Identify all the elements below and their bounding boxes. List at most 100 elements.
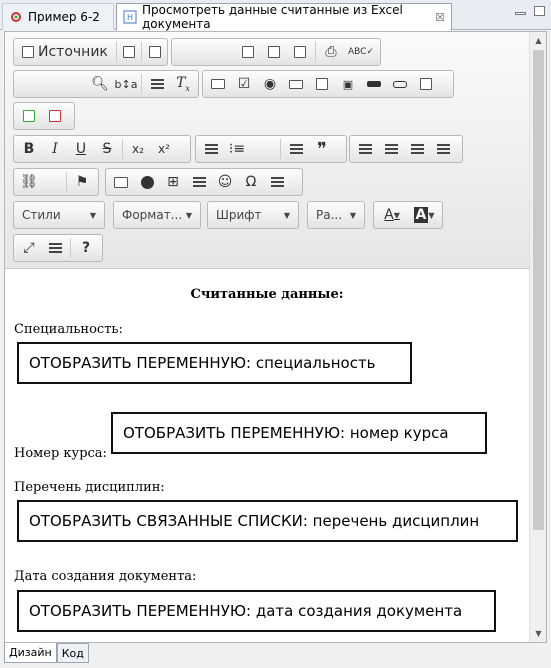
templates-group bbox=[13, 102, 75, 130]
strike-button[interactable]: S bbox=[94, 137, 120, 161]
chevron-down-icon: ▼ bbox=[349, 210, 356, 220]
creation-date-label: Дата создания документа: bbox=[14, 569, 197, 584]
checkbox-button[interactable]: ☑ bbox=[231, 72, 257, 96]
flash-button[interactable] bbox=[134, 170, 160, 194]
textarea-button[interactable] bbox=[309, 72, 335, 96]
textfield-button[interactable] bbox=[283, 72, 309, 96]
vertical-scrollbar[interactable]: ▲ ▼ bbox=[529, 32, 546, 642]
format-combo[interactable]: Формат... ▼ bbox=[113, 201, 201, 229]
justify-icon bbox=[436, 143, 450, 155]
blockquote-button[interactable]: ❞ bbox=[309, 137, 335, 161]
editor-tab-strip: Пример 6-2 H Просмотреть данные считанны… bbox=[0, 0, 551, 31]
document-group: Источник bbox=[13, 38, 168, 66]
size-combo[interactable]: Ра... ▼ bbox=[307, 201, 365, 229]
minimize-button[interactable] bbox=[515, 12, 526, 15]
preview-button[interactable] bbox=[144, 40, 165, 64]
select-button[interactable]: ▣ bbox=[335, 72, 361, 96]
subscript-button[interactable]: x₂ bbox=[125, 137, 151, 161]
bulleted-list-button[interactable]: ⁝≡ bbox=[224, 137, 250, 161]
align-right-button[interactable] bbox=[404, 137, 430, 161]
image-button-button[interactable] bbox=[387, 72, 413, 96]
tools-group: ⤢ ? bbox=[13, 234, 103, 262]
radio-icon: ◉ bbox=[263, 76, 277, 92]
tab-example[interactable]: Пример 6-2 bbox=[2, 3, 114, 30]
specialty-label: Специальность: bbox=[14, 322, 123, 337]
scroll-up-arrow[interactable]: ▲ bbox=[530, 32, 547, 49]
form-icon bbox=[211, 79, 225, 89]
remove-format-icon: Tx bbox=[176, 75, 190, 93]
course-number-variable-box[interactable]: ОТОБРАЗИТЬ ПЕРЕМЕННУЮ: номер курса bbox=[111, 412, 487, 454]
paste-text-button[interactable] bbox=[261, 40, 287, 64]
chevron-down-icon: ▼ bbox=[185, 210, 192, 220]
add-template-icon bbox=[23, 110, 35, 122]
links-group: ⛓ ⚑ bbox=[13, 168, 99, 196]
image-button-icon bbox=[393, 80, 407, 88]
special-char-button[interactable]: Ω bbox=[238, 170, 264, 194]
select-all-button[interactable] bbox=[144, 72, 170, 96]
maximize-editor-button[interactable]: ⤢ bbox=[16, 236, 42, 260]
image-button[interactable] bbox=[108, 170, 134, 194]
creation-date-variable-box[interactable]: ОТОБРАЗИТЬ ПЕРЕМЕННУЮ: дата создания док… bbox=[17, 590, 496, 632]
paste-word-button[interactable] bbox=[287, 40, 313, 64]
link-icon: ⛓ bbox=[20, 174, 38, 190]
numbered-list-button[interactable] bbox=[198, 137, 224, 161]
text-color-button[interactable]: A ▼ bbox=[376, 203, 408, 227]
page-break-button[interactable] bbox=[264, 170, 290, 194]
remove-format-button[interactable]: Tx bbox=[170, 72, 196, 96]
table-button[interactable]: ⊞ bbox=[160, 170, 186, 194]
form-button[interactable] bbox=[205, 72, 231, 96]
find-button[interactable]: 🔍︎ bbox=[87, 72, 113, 96]
print-button[interactable]: ⎙ bbox=[318, 40, 344, 64]
paste-text-icon bbox=[268, 46, 280, 58]
align-group bbox=[349, 135, 463, 163]
remove-template-icon bbox=[49, 110, 61, 122]
source-icon bbox=[22, 46, 34, 58]
tab-design[interactable]: Дизайн bbox=[4, 643, 57, 663]
italic-button[interactable]: I bbox=[42, 137, 68, 161]
find-group: 🔍︎ b↕a Tx bbox=[13, 70, 199, 98]
tab-view-excel-data[interactable]: H Просмотреть данные считанные из Excel … bbox=[116, 3, 452, 31]
font-combo[interactable]: Шрифт ▼ bbox=[207, 201, 299, 229]
smiley-button[interactable]: ☺ bbox=[212, 170, 238, 194]
justify-button[interactable] bbox=[430, 137, 456, 161]
disciplines-lists-box[interactable]: ОТОБРАЗИТЬ СВЯЗАННЫЕ СПИСКИ: перечень ди… bbox=[17, 500, 518, 542]
numbered-list-icon bbox=[204, 143, 218, 155]
link-button[interactable]: ⛓ bbox=[16, 170, 42, 194]
tab-code[interactable]: Код bbox=[56, 643, 89, 663]
paste-button[interactable] bbox=[235, 40, 261, 64]
bg-color-button[interactable]: A ▼ bbox=[408, 203, 440, 227]
button-button[interactable] bbox=[361, 72, 387, 96]
bold-button[interactable]: B bbox=[16, 137, 42, 161]
clipboard-group: ⎙ ABC✓ bbox=[171, 38, 381, 66]
styles-combo[interactable]: Стили ▼ bbox=[13, 201, 105, 229]
hidden-field-button[interactable] bbox=[413, 72, 439, 96]
specialty-variable-box[interactable]: ОТОБРАЗИТЬ ПЕРЕМЕННУЮ: специальность bbox=[17, 342, 412, 384]
svg-text:H: H bbox=[127, 13, 133, 22]
spellcheck-button[interactable]: ABC✓ bbox=[344, 40, 378, 64]
new-page-button[interactable] bbox=[119, 40, 140, 64]
indent-button[interactable] bbox=[283, 137, 309, 161]
scroll-thumb[interactable] bbox=[533, 50, 544, 530]
scroll-down-arrow[interactable]: ▼ bbox=[530, 625, 547, 642]
horizontal-line-button[interactable] bbox=[186, 170, 212, 194]
tab-label: Просмотреть данные считанные из Excel до… bbox=[142, 3, 403, 31]
maximize-button[interactable] bbox=[534, 6, 545, 16]
show-blocks-button[interactable] bbox=[42, 236, 68, 260]
insert-template-button[interactable] bbox=[16, 104, 42, 128]
align-center-button[interactable] bbox=[378, 137, 404, 161]
anchor-button[interactable]: ⚑ bbox=[69, 170, 95, 194]
close-icon[interactable]: ☒ bbox=[435, 11, 445, 24]
button-icon bbox=[367, 81, 381, 87]
help-button[interactable]: ? bbox=[73, 236, 99, 260]
show-blocks-icon bbox=[48, 242, 62, 254]
superscript-button[interactable]: x² bbox=[151, 137, 177, 161]
new-page-icon bbox=[123, 46, 136, 58]
underline-button[interactable]: U bbox=[68, 137, 94, 161]
editor-content[interactable]: Считанные данные: Специальность: ОТОБРАЗ… bbox=[5, 270, 529, 642]
source-button[interactable]: Источник bbox=[16, 40, 114, 64]
radio-button[interactable]: ◉ bbox=[257, 72, 283, 96]
replace-button[interactable]: b↕a bbox=[113, 72, 139, 96]
colors-group: A ▼ A ▼ bbox=[373, 201, 443, 229]
align-left-button[interactable] bbox=[352, 137, 378, 161]
remove-template-button[interactable] bbox=[42, 104, 68, 128]
